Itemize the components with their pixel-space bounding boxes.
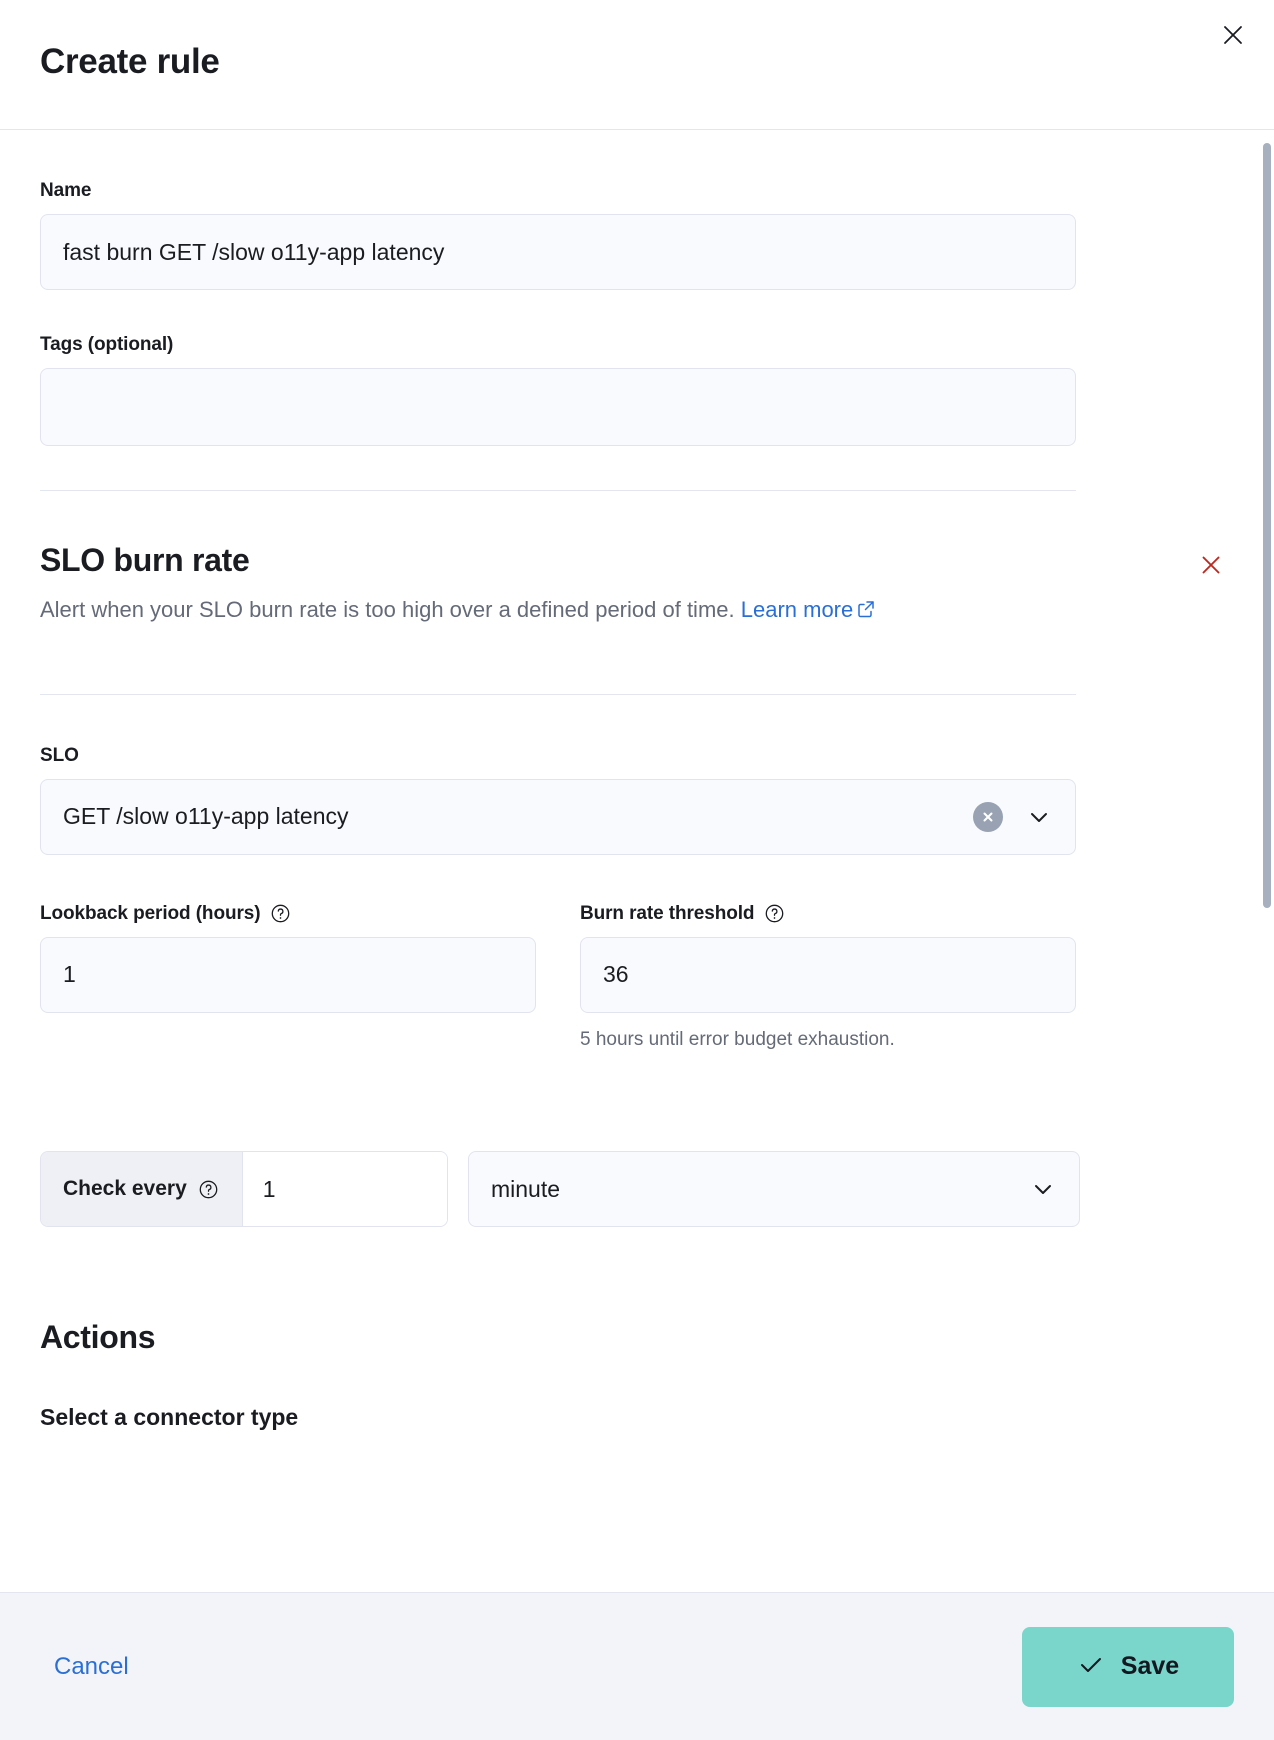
check-every-unit-value: minute bbox=[491, 1176, 1029, 1203]
slo-burn-rate-section-header: SLO burn rate Alert when your SLO burn r… bbox=[40, 541, 1234, 632]
slo-combobox[interactable]: GET /slow o11y-app latency bbox=[40, 779, 1076, 855]
check-every-row: Check every minute bbox=[40, 1151, 1234, 1227]
create-rule-flyout: Create rule Name Tags (optional) bbox=[0, 0, 1274, 1740]
save-button-label: Save bbox=[1121, 1652, 1179, 1681]
section-divider-top bbox=[40, 490, 1076, 491]
check-every-interval-input[interactable] bbox=[243, 1152, 448, 1226]
cancel-button[interactable]: Cancel bbox=[40, 1643, 143, 1691]
close-icon bbox=[1221, 23, 1245, 47]
slo-select-group: SLO GET /slow o11y-app latency bbox=[40, 745, 1234, 855]
slo-combobox-wrapper: GET /slow o11y-app latency bbox=[40, 779, 1076, 855]
check-every-group: Check every bbox=[40, 1151, 448, 1227]
burn-rate-group: Burn rate threshold 5 hours until error … bbox=[580, 903, 1076, 1054]
save-button[interactable]: Save bbox=[1022, 1627, 1234, 1707]
question-in-circle-icon[interactable] bbox=[198, 1178, 220, 1200]
question-in-circle-icon[interactable] bbox=[269, 903, 291, 925]
clear-circle-icon[interactable] bbox=[973, 802, 1003, 832]
learn-more-link[interactable]: Learn more bbox=[741, 597, 854, 622]
close-flyout-button[interactable] bbox=[1212, 14, 1254, 56]
lookback-label-row: Lookback period (hours) bbox=[40, 903, 536, 925]
flyout-footer: Cancel Save bbox=[0, 1592, 1274, 1740]
scrollbar-thumb[interactable] bbox=[1263, 143, 1271, 908]
burn-rate-helper-text: 5 hours until error budget exhaustion. bbox=[580, 1027, 1076, 1054]
rule-name-input[interactable] bbox=[40, 214, 1076, 290]
section-divider-slo bbox=[40, 694, 1076, 695]
description-text: Alert when your SLO burn rate is too hig… bbox=[40, 597, 741, 622]
check-every-unit-select[interactable]: minute bbox=[468, 1151, 1080, 1227]
actions-title: Actions bbox=[40, 1319, 1234, 1356]
page-title: Create rule bbox=[40, 40, 1234, 84]
cross-icon bbox=[1200, 554, 1222, 579]
lookback-period-input[interactable] bbox=[40, 937, 536, 1013]
body-scrollbar[interactable] bbox=[1263, 140, 1271, 1582]
name-field-group: Name bbox=[40, 180, 1234, 290]
slo-burn-rate-title: SLO burn rate bbox=[40, 541, 1234, 579]
delete-slo-burn-rate-button[interactable] bbox=[1194, 549, 1228, 583]
slo-selected-value: GET /slow o11y-app latency bbox=[63, 803, 973, 830]
chevron-down-icon[interactable] bbox=[1025, 803, 1053, 831]
lookback-group: Lookback period (hours) bbox=[40, 903, 536, 1054]
slo-burn-rate-description: Alert when your SLO burn rate is too hig… bbox=[40, 591, 1076, 632]
lookback-label: Lookback period (hours) bbox=[40, 903, 260, 925]
burn-rate-label-row: Burn rate threshold bbox=[580, 903, 1076, 925]
flyout-body: Name Tags (optional) SLO burn rate Alert bbox=[0, 130, 1274, 1592]
slo-label: SLO bbox=[40, 745, 1234, 767]
lookback-burnrate-row: Lookback period (hours) Burn rate thresh… bbox=[40, 903, 1234, 1054]
question-in-circle-icon[interactable] bbox=[763, 903, 785, 925]
chevron-down-icon[interactable] bbox=[1029, 1175, 1057, 1203]
check-icon bbox=[1077, 1651, 1105, 1682]
tags-field-group: Tags (optional) bbox=[40, 334, 1234, 446]
tags-input[interactable] bbox=[40, 368, 1076, 446]
external-link-icon bbox=[856, 593, 876, 632]
check-every-label-block: Check every bbox=[41, 1152, 243, 1226]
burn-rate-threshold-input[interactable] bbox=[580, 937, 1076, 1013]
burn-rate-label: Burn rate threshold bbox=[580, 903, 754, 925]
select-connector-type-title: Select a connector type bbox=[40, 1404, 1234, 1431]
tags-label: Tags (optional) bbox=[40, 334, 1234, 356]
check-every-label: Check every bbox=[63, 1177, 187, 1201]
name-label: Name bbox=[40, 180, 1234, 202]
flyout-header: Create rule bbox=[0, 0, 1274, 130]
